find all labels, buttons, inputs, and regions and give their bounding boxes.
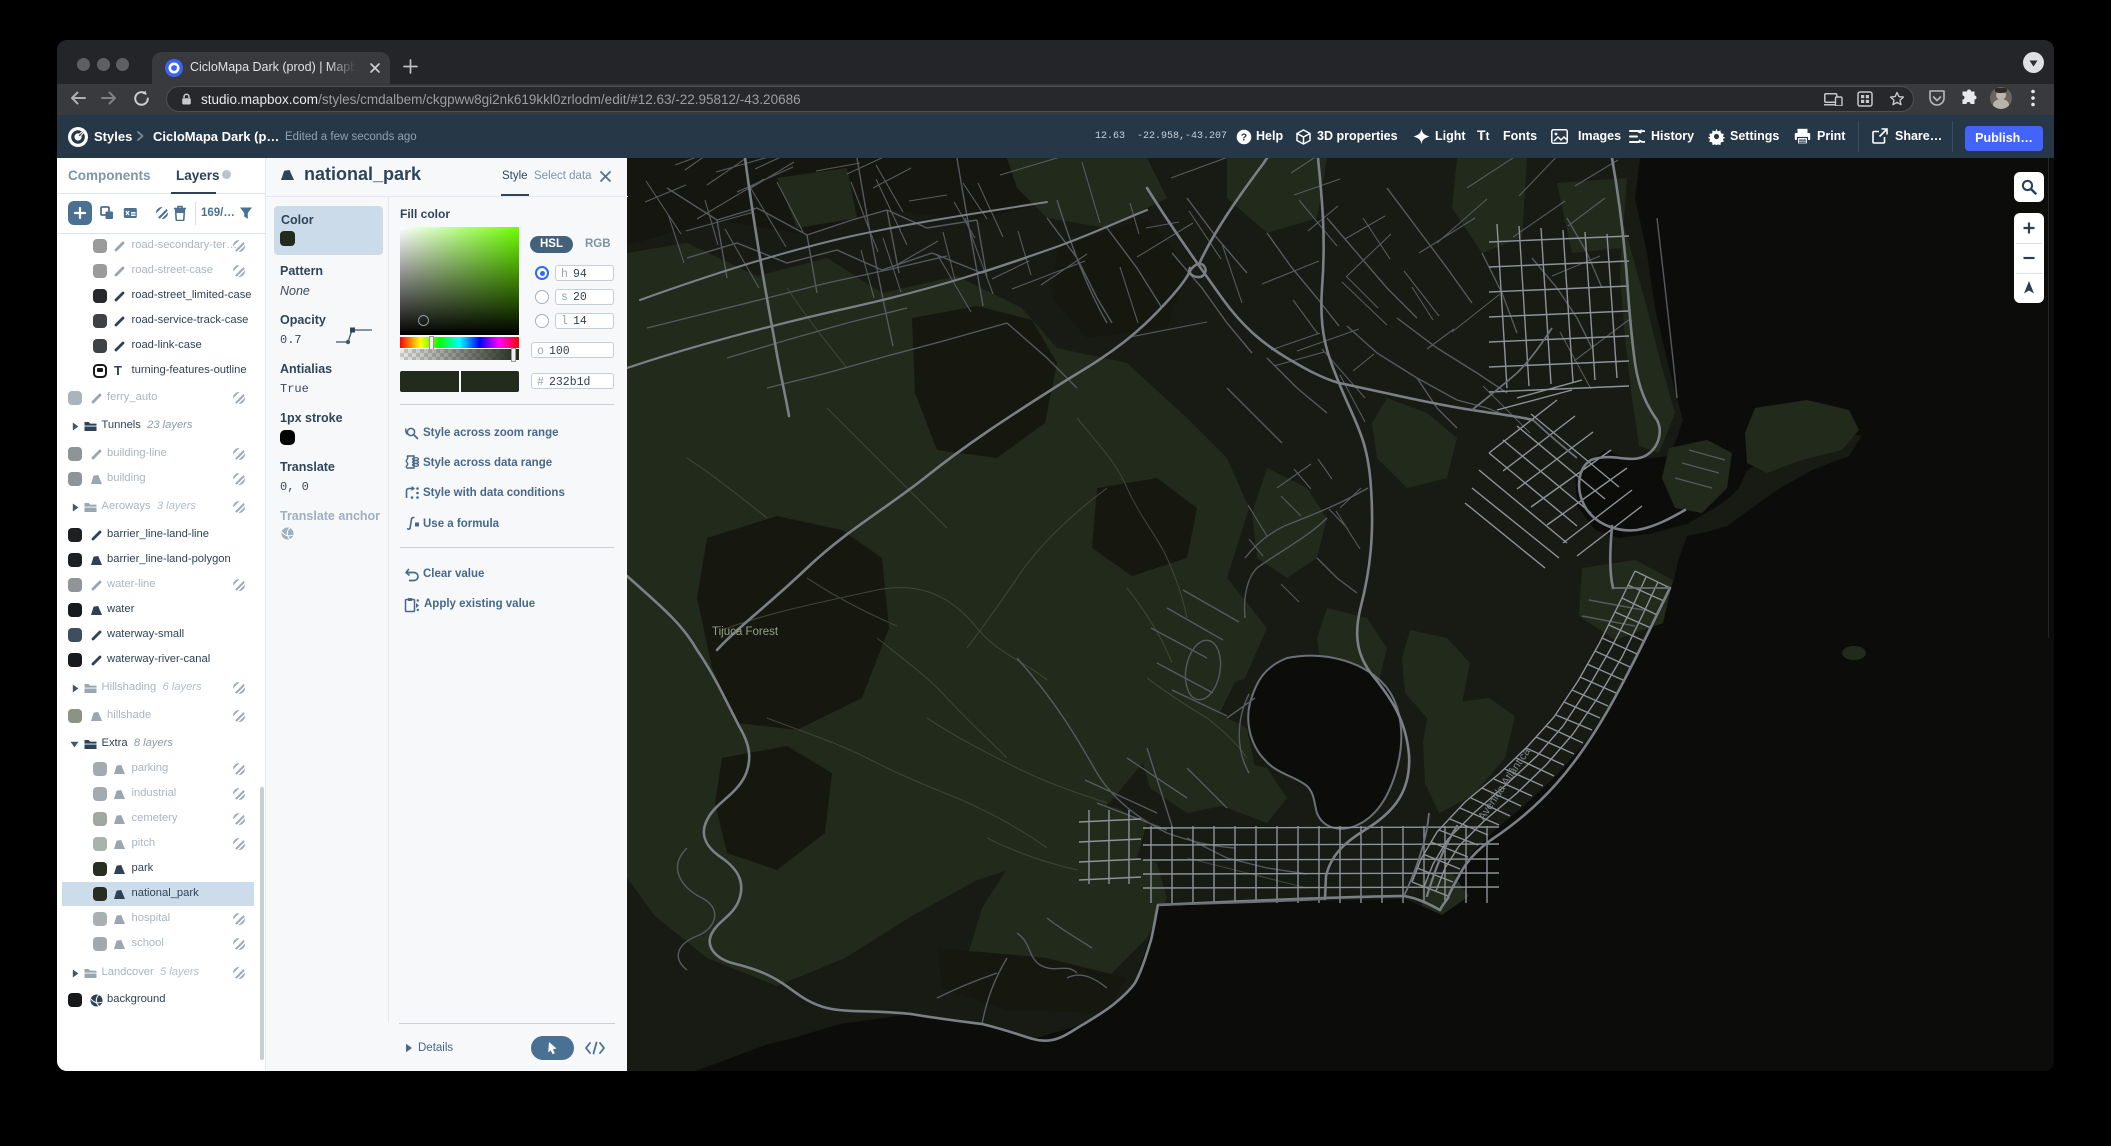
- svg-text:?: ?: [1241, 132, 1247, 144]
- svg-text:Tijuca Forest: Tijuca Forest: [712, 626, 779, 638]
